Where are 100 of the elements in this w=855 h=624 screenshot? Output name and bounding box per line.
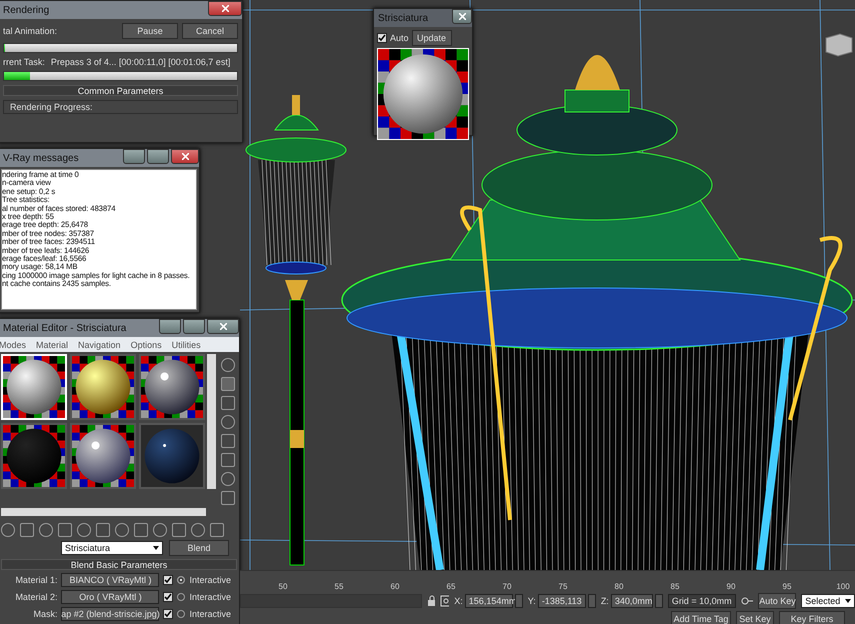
- transform-mode-icon[interactable]: [440, 595, 450, 607]
- menu-item[interactable]: Modes: [0, 340, 26, 350]
- tool-icon[interactable]: [220, 396, 235, 410]
- frame-number: 80: [614, 582, 624, 591]
- window-title: V-Ray messages: [3, 152, 79, 164]
- key-mode-dropdown[interactable]: Selected: [801, 594, 855, 608]
- close-icon: [458, 13, 466, 20]
- material-sphere-drawing: [141, 425, 203, 487]
- enable-checkbox[interactable]: [163, 575, 174, 585]
- material-sphere-drawing: [72, 425, 134, 487]
- menu-item[interactable]: Material: [36, 340, 68, 350]
- grid-size-field: Grid = 10,0mm: [668, 594, 736, 608]
- tool-icon[interactable]: [115, 523, 129, 537]
- interactive-radio[interactable]: [177, 593, 186, 601]
- menu-item[interactable]: Options: [130, 340, 162, 350]
- menu-item[interactable]: Navigation: [78, 340, 121, 350]
- parameter-label: Material 1:: [15, 575, 58, 585]
- close-button[interactable]: [452, 9, 472, 24]
- material-name-dropdown[interactable]: Strisciatura: [61, 541, 163, 555]
- spinner-icon[interactable]: [514, 594, 523, 608]
- tool-icon[interactable]: [220, 491, 235, 505]
- auto-checkbox[interactable]: [377, 33, 387, 43]
- enable-checkbox[interactable]: [163, 609, 174, 619]
- frame-number: 75: [558, 582, 568, 591]
- tool-icon[interactable]: [96, 523, 110, 537]
- menu-item[interactable]: Utilities: [172, 340, 201, 350]
- auto-key-button[interactable]: Auto Key: [758, 593, 796, 609]
- key-icon[interactable]: [740, 597, 754, 605]
- window-button[interactable]: Pause: [122, 23, 178, 39]
- map-button[interactable]: ap #2 (blend-striscie.jpg): [61, 607, 160, 621]
- timeline-ruler[interactable]: 50 55 60 65 70 75 80 85 90 95 100: [240, 570, 855, 592]
- tool-icon[interactable]: [1, 523, 15, 537]
- parameter-label: Material 2:: [15, 592, 58, 602]
- coordinate-field[interactable]: 156,154mm: [464, 594, 513, 608]
- tool-icon[interactable]: [191, 523, 205, 537]
- frame-number: 100: [836, 582, 850, 591]
- material-slot[interactable]: [70, 354, 136, 420]
- spinner-icon[interactable]: [588, 594, 596, 608]
- add-time-tag-button[interactable]: Add Time Tag: [671, 611, 731, 624]
- frame-number: 90: [726, 582, 736, 591]
- tool-icon[interactable]: [220, 377, 235, 391]
- enable-checkbox[interactable]: [163, 592, 174, 602]
- coordinate-field[interactable]: 340,0mm: [610, 594, 653, 608]
- tool-icon[interactable]: [220, 434, 235, 448]
- current-task-value: Prepass 3 of 4... [00:00:11,0] [00:01:06,7 est]: [50, 57, 230, 67]
- axis-label: Z:: [600, 596, 609, 606]
- update-button[interactable]: Update: [412, 30, 452, 46]
- tool-icon[interactable]: [58, 523, 72, 537]
- material-sphere-drawing: [3, 425, 65, 487]
- window-title: Rendering: [3, 4, 50, 16]
- view-cube-icon[interactable]: [826, 33, 852, 57]
- set-key-button[interactable]: Set Key: [736, 611, 774, 624]
- tool-icon[interactable]: [153, 523, 167, 537]
- coordinate-field[interactable]: -1385,113: [538, 594, 586, 608]
- material-type-button[interactable]: Blend: [169, 540, 229, 556]
- caret-icon: [153, 546, 159, 550]
- total-animation-label: tal Animation:: [3, 26, 58, 36]
- group-label: Rendering Progress:: [3, 100, 238, 114]
- material-slot[interactable]: [70, 423, 136, 489]
- spinner-icon[interactable]: [654, 594, 663, 608]
- tool-icon[interactable]: [39, 523, 53, 537]
- close-icon: [182, 153, 188, 160]
- tool-icon[interactable]: [220, 415, 235, 429]
- window-button[interactable]: Cancel: [182, 23, 238, 39]
- tool-icon[interactable]: [210, 523, 224, 537]
- rollout-header[interactable]: Blend Basic Parameters: [1, 559, 237, 570]
- radio-label: Interactive: [189, 575, 231, 585]
- tool-icon[interactable]: [220, 453, 235, 467]
- tool-icon[interactable]: [134, 523, 148, 537]
- maximize-button[interactable]: [147, 149, 169, 164]
- map-button[interactable]: Oro ( VRayMtl ): [61, 590, 160, 604]
- frame-number: 85: [670, 582, 680, 591]
- interactive-radio[interactable]: [177, 576, 186, 584]
- close-button[interactable]: [208, 1, 242, 16]
- minimize-button[interactable]: [123, 149, 145, 164]
- maximize-button[interactable]: [183, 319, 205, 334]
- window-title: Strisciatura: [378, 12, 428, 24]
- tool-icon[interactable]: [172, 523, 186, 537]
- close-button[interactable]: [171, 149, 199, 164]
- material-slot[interactable]: [139, 354, 205, 420]
- tool-icon[interactable]: [220, 358, 235, 372]
- map-button[interactable]: BIANCO ( VRayMtl ): [61, 573, 160, 587]
- material-sphere-drawing: [72, 356, 134, 418]
- tool-icon[interactable]: [77, 523, 91, 537]
- parameter-label: Mask:: [33, 609, 58, 619]
- interactive-radio[interactable]: [177, 610, 186, 618]
- key-filters-button[interactable]: Key Filters: [779, 611, 845, 624]
- tool-icon[interactable]: [20, 523, 34, 537]
- lock-icon[interactable]: [426, 595, 435, 607]
- axis-label: X:: [454, 596, 463, 606]
- minimize-button[interactable]: [159, 319, 181, 334]
- axis-label: Y:: [528, 596, 536, 606]
- material-sphere-drawing: [3, 356, 65, 418]
- tool-icon[interactable]: [220, 472, 235, 486]
- close-button[interactable]: [207, 319, 239, 334]
- current-task-label: rrent Task:: [3, 57, 45, 67]
- caret-icon: [844, 599, 851, 603]
- rollout-header[interactable]: Common Parameters: [3, 85, 238, 96]
- radio-label: Interactive: [189, 592, 231, 602]
- material-slot[interactable]: [1, 423, 67, 489]
